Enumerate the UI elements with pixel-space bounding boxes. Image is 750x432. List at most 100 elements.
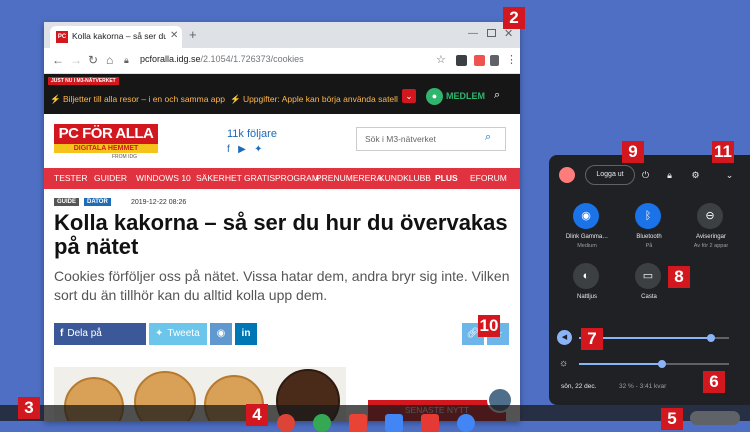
facebook-icon[interactable]: f	[227, 144, 230, 155]
address-bar[interactable]: pcforalla.idg.se/2.1054/1.726373/cookies	[140, 54, 304, 64]
quick-settings-panel: Logga ut ⏻ 🔒︎ ⚙ ⌄ ◉ Dlink Gamma… Medium …	[549, 155, 750, 405]
lock-icon[interactable]: 🔒︎	[661, 167, 678, 184]
power-icon[interactable]: ⏻	[637, 167, 654, 184]
menu-item-prenumerera[interactable]: PRENUMERERA	[316, 173, 382, 183]
gmail-icon[interactable]	[349, 414, 367, 432]
callout-3: 3	[18, 397, 40, 419]
brightness-icon: ☼	[559, 358, 569, 369]
share-facebook-button[interactable]: f Dela på Facebook	[54, 323, 146, 361]
favicon-icon: PC	[56, 31, 68, 43]
forward-icon[interactable]: →	[70, 53, 82, 67]
lock-icon[interactable]: 🔒︎	[124, 55, 129, 66]
wifi-tile[interactable]: ◉ Dlink Gamma… Medium	[557, 203, 617, 263]
menu-item-guider[interactable]: GUIDER	[94, 173, 127, 183]
notifications-icon: ⊖	[697, 203, 723, 229]
followers-count: 11k följare	[227, 128, 277, 140]
pocket-icon[interactable]	[474, 55, 485, 66]
category-badge[interactable]: DATOR	[84, 198, 111, 206]
chrome-icon[interactable]	[277, 414, 295, 432]
avatar[interactable]	[559, 167, 575, 183]
reload-icon[interactable]: ↻	[88, 53, 98, 67]
member-button[interactable]: ● MEDLEM	[426, 88, 486, 106]
night-light-icon: ◐	[573, 263, 599, 289]
article-date: 2019-12-22 08:26	[131, 199, 187, 206]
tile-sub: På	[645, 243, 653, 249]
social-links: f ▶ ✦	[227, 144, 263, 155]
shelf	[0, 405, 750, 432]
share-twitter-label: Tweeta	[167, 328, 200, 339]
linkedin-icon[interactable]: in	[235, 323, 257, 345]
url-domain: pcforalla.idg.se	[140, 54, 201, 64]
article: GUIDE DATOR 2019-12-22 08:26 Kolla kakor…	[44, 189, 520, 421]
tile-label: Dlink Gamma…	[565, 234, 609, 240]
play-store-icon[interactable]	[313, 414, 331, 432]
chevron-down-icon[interactable]: ⌄	[721, 167, 738, 184]
volume-knob[interactable]	[707, 334, 715, 342]
notifications-tile[interactable]: ⊖ Aviseringar Av för 2 appar	[681, 203, 741, 263]
menu-item-windows[interactable]: WINDOWS 10	[136, 173, 191, 183]
docs-icon[interactable]	[385, 414, 403, 432]
back-icon[interactable]: ←	[52, 53, 64, 67]
site-search-input[interactable]: Sök i M3-nätverket ⌕	[356, 127, 506, 151]
callout-11: 11	[712, 141, 734, 163]
tile-label: Aviseringar	[696, 234, 726, 240]
url-path: /2.1054/1.726373/cookies	[200, 54, 304, 64]
bookmark-star-icon[interactable]: ☆	[436, 53, 446, 66]
site-logo[interactable]: PC FÖR ALLA DIGITALA HEMMET FROM IDG	[54, 124, 158, 160]
callout-6: 6	[703, 371, 725, 393]
extension-icon[interactable]	[490, 55, 499, 66]
youtube-icon[interactable]: ▶	[238, 144, 246, 155]
night-light-tile[interactable]: ◐ Nattljus	[557, 263, 617, 323]
bluetooth-tile[interactable]: ᛒ Bluetooth På	[619, 203, 679, 263]
twitter-icon[interactable]: ✦	[254, 144, 262, 155]
share-twitter-button[interactable]: ✦ Tweeta	[149, 323, 207, 345]
ticker-label: JUST NU I M3-NÄTVERKET	[48, 77, 119, 85]
ticker-item[interactable]: ⚡ Biljetter till alla resor – i en och s…	[50, 94, 225, 105]
chevron-down-icon[interactable]: ⌄	[402, 89, 416, 103]
bluetooth-icon: ᛒ	[635, 203, 661, 229]
extension-icon[interactable]	[456, 55, 467, 66]
tab-strip: PC Kolla kakorna – så ser du hur d ✕ + —…	[44, 22, 520, 48]
facebook-icon: f	[60, 328, 64, 339]
minimize-icon[interactable]: —	[468, 28, 478, 39]
category-badge[interactable]: GUIDE	[54, 198, 80, 206]
menu-item-kundklubb[interactable]: KUNDKLUBB	[379, 173, 431, 183]
logout-button[interactable]: Logga ut	[585, 165, 635, 185]
user-icon: ●	[426, 88, 443, 105]
menu-dots-icon[interactable]: ⋮	[506, 53, 517, 66]
search-icon[interactable]: ⌕	[485, 131, 491, 144]
date-label[interactable]: sön, 22 dec.	[561, 383, 596, 390]
close-tab-icon[interactable]: ✕	[170, 30, 178, 41]
brightness-fill	[579, 363, 662, 365]
main-menu: TESTER GUIDER WINDOWS 10 SÄKERHET GRATIS…	[44, 168, 520, 189]
menu-item-eforum[interactable]: EFORUM	[470, 173, 507, 183]
tile-label: Nattljus	[576, 294, 597, 300]
youtube-icon[interactable]	[421, 414, 439, 432]
status-area[interactable]	[690, 411, 740, 425]
tile-sub: Medium	[577, 243, 597, 249]
browser-tab[interactable]: PC Kolla kakorna – så ser du hur d ✕	[50, 26, 182, 48]
reddit-icon[interactable]: ◉	[210, 323, 232, 345]
callout-7: 7	[581, 328, 603, 350]
volume-icon[interactable]: ◀	[557, 330, 572, 345]
files-icon[interactable]	[457, 414, 475, 432]
maximize-icon[interactable]	[487, 29, 496, 37]
home-icon[interactable]: ⌂	[106, 53, 113, 67]
tile-label: Bluetooth	[636, 234, 662, 240]
brightness-slider[interactable]	[579, 360, 729, 368]
menu-item-sakerhet[interactable]: SÄKERHET	[196, 173, 242, 183]
search-icon[interactable]: ⌕	[494, 89, 500, 102]
wifi-icon: ◉	[573, 203, 599, 229]
gear-icon[interactable]: ⚙	[687, 167, 704, 184]
new-tab-icon[interactable]: +	[189, 27, 197, 42]
brightness-knob[interactable]	[657, 360, 666, 368]
menu-item-tester[interactable]: TESTER	[54, 173, 88, 183]
menu-item-gratisprogram[interactable]: GRATISPROGRAM	[244, 173, 319, 183]
twitter-icon: ✦	[155, 328, 164, 339]
callout-5: 5	[661, 408, 683, 430]
ticker-item[interactable]: ⚡ Uppgifter: Apple kan börja använda sat…	[230, 94, 398, 105]
browser-window: PC Kolla kakorna – så ser du hur d ✕ + —…	[44, 22, 520, 421]
menu-item-plus[interactable]: PLUS	[435, 173, 458, 183]
logo-title: PC FÖR ALLA	[54, 124, 158, 144]
article-lead: Cookies förföljer oss på nätet. Vissa ha…	[54, 268, 510, 303]
